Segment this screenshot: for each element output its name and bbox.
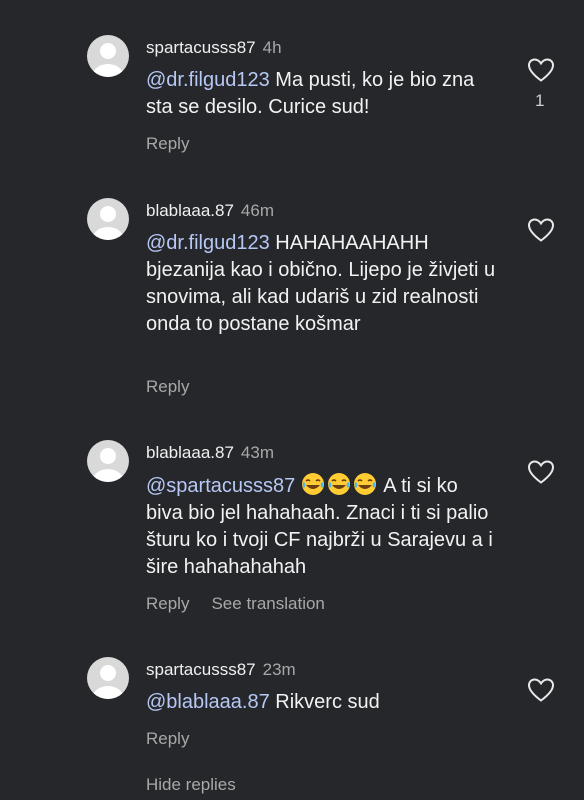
comment-meta: blablaaa.87 43m <box>146 442 274 464</box>
avatar[interactable] <box>87 440 129 482</box>
like-count: 1 <box>535 91 545 110</box>
comment-meta: spartacusss87 23m <box>146 659 296 681</box>
username[interactable]: spartacusss87 <box>146 38 256 57</box>
comment-meta: spartacusss87 4h <box>146 37 282 59</box>
mention-link[interactable]: @dr.filgud123 <box>146 232 270 254</box>
hide-replies-button[interactable]: Hide replies <box>146 775 236 795</box>
comment-actions: Reply <box>146 728 211 750</box>
comment-text: @dr.filgud123 HAHAHAAHAHH bjezanija kao … <box>146 230 496 338</box>
comment-actions: Reply <box>146 376 211 398</box>
see-translation-button[interactable]: See translation <box>211 594 324 613</box>
avatar[interactable] <box>87 35 129 77</box>
comment-text: @spartacusss87 A ti si ko biva bio jel h… <box>146 472 496 581</box>
comment-actions: Reply See translation <box>146 593 347 615</box>
username[interactable]: blablaaa.87 <box>146 201 234 220</box>
heart-outline-icon[interactable] <box>527 57 555 83</box>
mention-link[interactable]: @spartacusss87 <box>146 475 295 497</box>
laughing-emoji-icon <box>301 473 379 497</box>
reply-button[interactable]: Reply <box>146 377 189 396</box>
comment-text: @blablaaa.87 Rikverc sud <box>146 689 496 716</box>
reply-button[interactable]: Reply <box>146 729 189 748</box>
avatar[interactable] <box>87 657 129 699</box>
comment-text: @dr.filgud123 Ma pusti, ko je bio zna st… <box>146 67 496 121</box>
heart-outline-icon[interactable] <box>527 459 555 485</box>
timestamp: 43m <box>240 443 274 462</box>
comment-body: Rikverc sud <box>275 691 380 713</box>
reply-button[interactable]: Reply <box>146 134 189 153</box>
comment-meta: blablaaa.87 46m <box>146 200 274 222</box>
mention-link[interactable]: @blablaaa.87 <box>146 691 270 713</box>
heart-outline-icon[interactable] <box>527 217 555 243</box>
reply-button[interactable]: Reply <box>146 594 189 613</box>
timestamp: 4h <box>262 38 282 57</box>
avatar[interactable] <box>87 198 129 240</box>
username[interactable]: spartacusss87 <box>146 660 256 679</box>
comment-actions: Reply <box>146 133 211 155</box>
username[interactable]: blablaaa.87 <box>146 443 234 462</box>
heart-outline-icon[interactable] <box>527 677 555 703</box>
mention-link[interactable]: @dr.filgud123 <box>146 69 270 91</box>
timestamp: 46m <box>240 201 274 220</box>
timestamp: 23m <box>262 660 296 679</box>
